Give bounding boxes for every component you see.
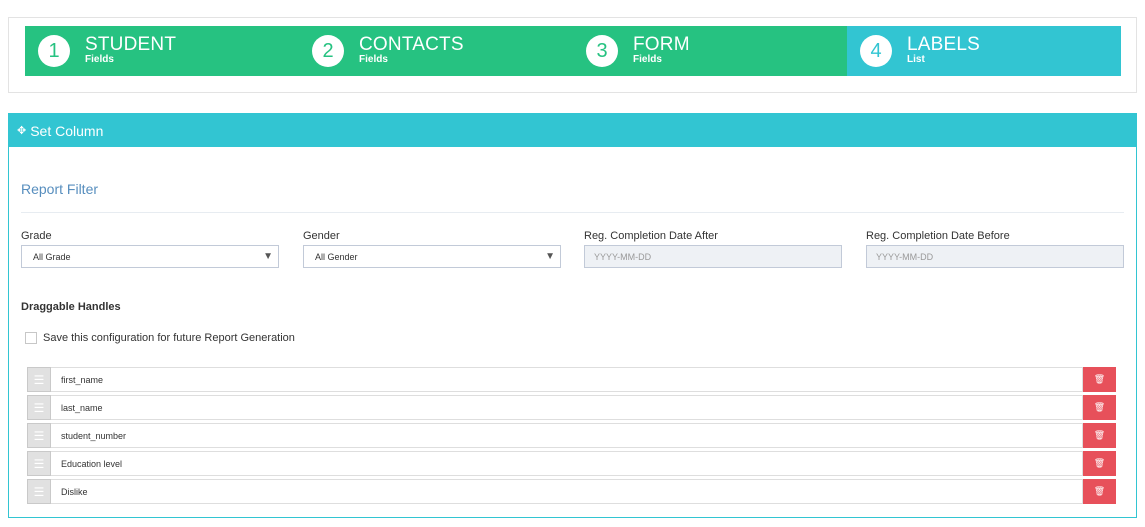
list-item[interactable]: ☰ student_number 🗑 [27,423,1116,448]
save-config-row: Save this configuration for future Repor… [25,332,295,344]
drag-handle-icon[interactable]: ☰ [27,479,51,504]
trash-icon: 🗑 [1093,430,1106,440]
step-number: 2 [312,35,344,67]
list-item-label: Education level [51,451,1083,476]
list-item-label: last_name [51,395,1083,420]
wizard-step-student[interactable]: 1 STUDENT Fields [25,26,299,76]
delete-button[interactable]: 🗑 [1083,451,1116,476]
wizard-step-form[interactable]: 3 FORM Fields [573,26,847,76]
step-title: STUDENT [85,34,177,55]
date-before-label: Reg. Completion Date Before [866,230,1010,242]
trash-icon: 🗑 [1093,402,1106,412]
step-title: FORM [633,34,690,55]
gender-label: Gender [303,230,340,242]
step-subtitle: Fields [359,54,388,65]
list-item[interactable]: ☰ Dislike 🗑 [27,479,1116,504]
move-icon: ✥ [17,125,27,137]
list-item-label: student_number [51,423,1083,448]
wizard-steps: 1 STUDENT Fields 2 CONTACTS Fields 3 FOR… [25,26,1121,76]
delete-button[interactable]: 🗑 [1083,423,1116,448]
step-title: CONTACTS [359,34,464,55]
step-subtitle: List [907,54,925,65]
list-item[interactable]: ☰ Education level 🗑 [27,451,1116,476]
grade-label: Grade [21,230,52,242]
list-item-label: Dislike [51,479,1083,504]
date-before-input[interactable]: YYYY-MM-DD [866,245,1124,268]
step-subtitle: Fields [85,54,114,65]
wizard-container: 1 STUDENT Fields 2 CONTACTS Fields 3 FOR… [8,17,1137,93]
divider [21,212,1124,213]
drag-handle-icon[interactable]: ☰ [27,423,51,448]
step-subtitle: Fields [633,54,662,65]
date-after-label: Reg. Completion Date After [584,230,718,242]
step-number: 1 [38,35,70,67]
set-column-panel: ✥ Set Column Report Filter Grade All Gra… [8,113,1137,518]
date-before-field: Reg. Completion Date Before YYYY-MM-DD [866,230,1124,268]
drag-handle-icon[interactable]: ☰ [27,367,51,392]
panel-header[interactable]: ✥ Set Column [9,114,1136,147]
save-config-checkbox[interactable] [25,332,37,344]
date-after-input[interactable]: YYYY-MM-DD [584,245,842,268]
drag-handle-icon[interactable]: ☰ [27,451,51,476]
date-before-placeholder: YYYY-MM-DD [876,251,934,262]
date-after-placeholder: YYYY-MM-DD [594,251,652,262]
wizard-step-labels[interactable]: 4 LABELS List [847,26,1121,76]
delete-button[interactable]: 🗑 [1083,479,1116,504]
gender-field: Gender All Gender ▼ [303,230,561,268]
drag-handle-icon[interactable]: ☰ [27,395,51,420]
step-title: LABELS [907,34,981,55]
caret-down-icon: ▼ [545,251,555,262]
grade-select-value: All Grade [33,251,71,262]
trash-icon: 🗑 [1093,374,1106,384]
list-item[interactable]: ☰ last_name 🗑 [27,395,1116,420]
delete-button[interactable]: 🗑 [1083,367,1116,392]
delete-button[interactable]: 🗑 [1083,395,1116,420]
trash-icon: 🗑 [1093,458,1106,468]
gender-select-value: All Gender [315,251,358,262]
column-list: ☰ first_name 🗑 ☰ last_name 🗑 ☰ student_n… [27,367,1116,507]
step-number: 4 [860,35,892,67]
list-item-label: first_name [51,367,1083,392]
report-filter-title: Report Filter [21,181,99,197]
panel-title: Set Column [30,122,104,139]
date-after-field: Reg. Completion Date After YYYY-MM-DD [584,230,842,268]
list-item[interactable]: ☰ first_name 🗑 [27,367,1116,392]
wizard-step-contacts[interactable]: 2 CONTACTS Fields [299,26,573,76]
gender-select[interactable]: All Gender ▼ [303,245,561,268]
grade-select[interactable]: All Grade ▼ [21,245,279,268]
caret-down-icon: ▼ [263,251,273,262]
save-config-label[interactable]: Save this configuration for future Repor… [43,332,295,344]
trash-icon: 🗑 [1093,486,1106,496]
step-number: 3 [586,35,618,67]
draggable-handles-title: Draggable Handles [21,301,121,313]
grade-field: Grade All Grade ▼ [21,230,279,268]
